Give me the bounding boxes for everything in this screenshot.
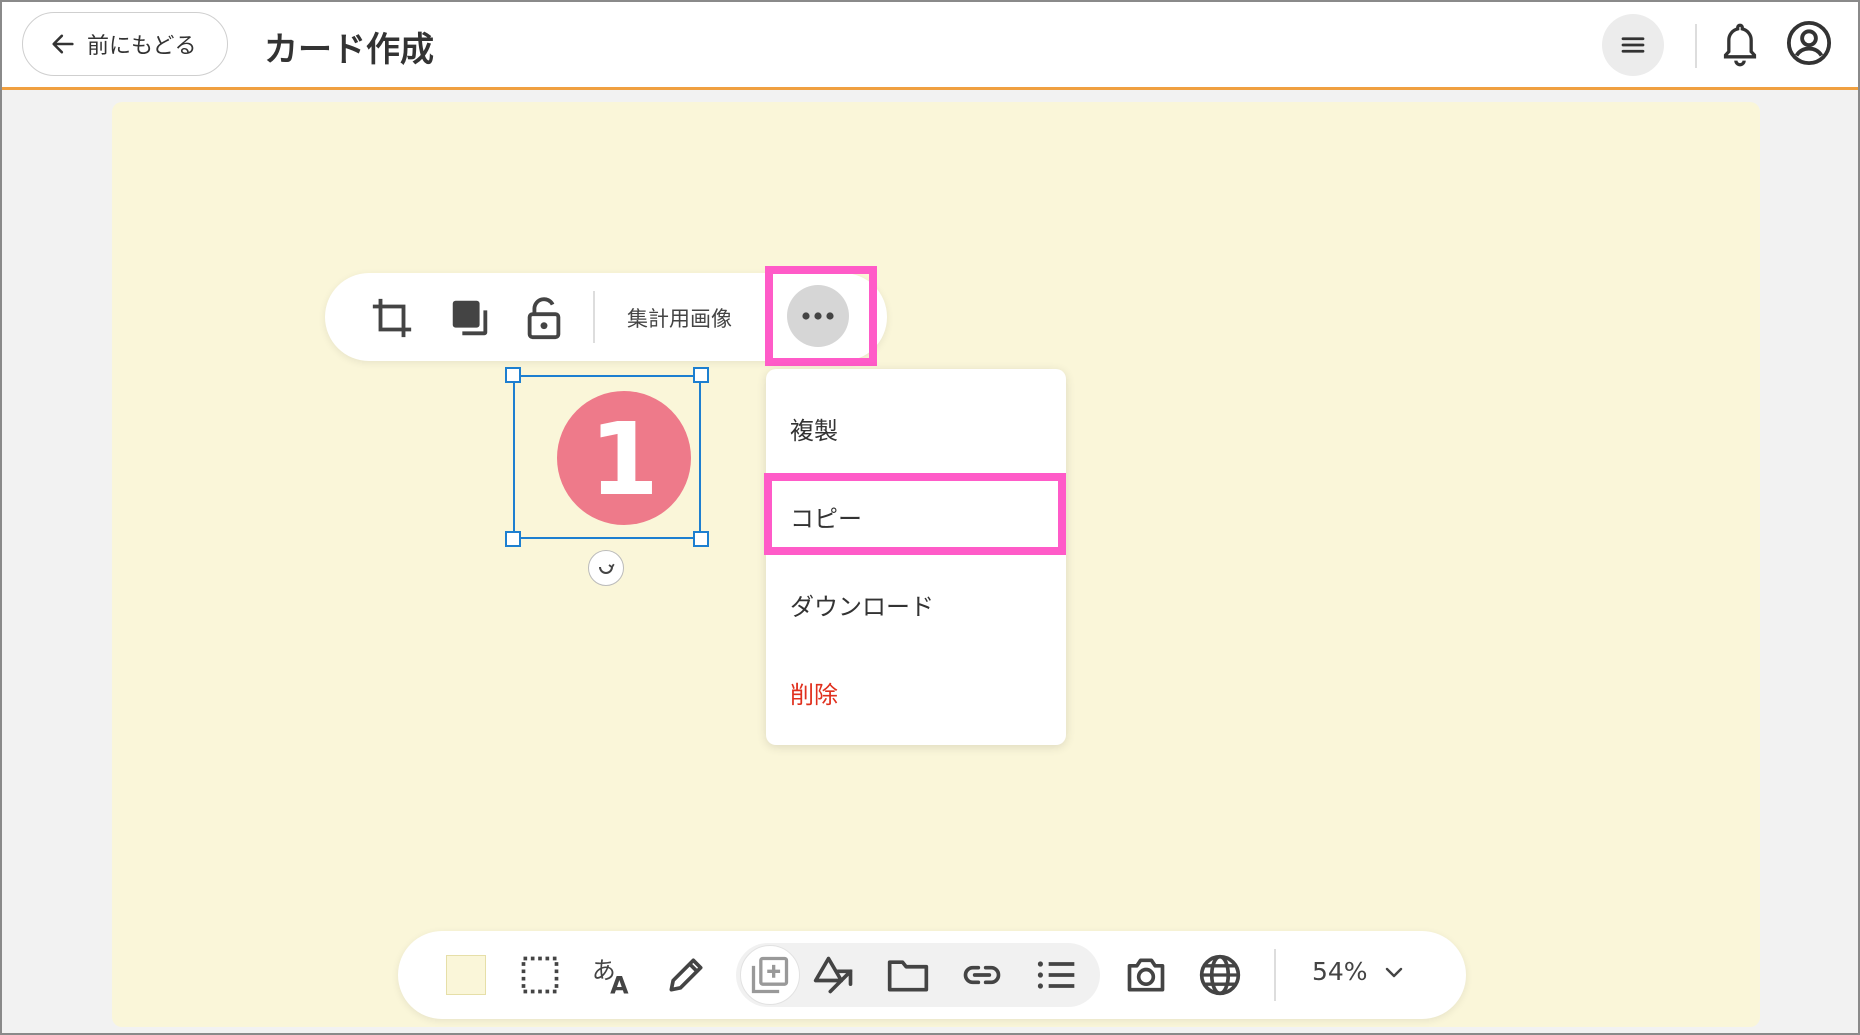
bell-icon[interactable] xyxy=(1720,22,1760,68)
image-name-label: 集計用画像 xyxy=(627,307,732,331)
more-icon xyxy=(802,312,834,320)
add-card-icon xyxy=(751,956,789,994)
resize-handle[interactable] xyxy=(505,531,521,547)
rotate-handle[interactable] xyxy=(588,550,624,586)
context-menu: 複製 コピー ダウンロード 削除 xyxy=(766,369,1066,745)
back-button[interactable]: 前にもどる xyxy=(22,12,228,76)
number-badge-image[interactable]: 1 xyxy=(556,390,692,526)
list-icon[interactable] xyxy=(1034,953,1078,997)
account-icon[interactable] xyxy=(1786,20,1832,66)
chevron-down-icon xyxy=(1385,967,1402,977)
text-icon[interactable]: あ A xyxy=(590,953,634,997)
bottom-toolbar: あ A 54% xyxy=(398,931,1466,1019)
zoom-selector[interactable]: 54% xyxy=(1312,957,1406,986)
rotate-icon xyxy=(599,563,615,574)
arrow-left-icon xyxy=(52,34,74,54)
menu-item-copy[interactable]: コピー xyxy=(790,499,862,534)
header: 前にもどる カード作成 xyxy=(2,2,1858,90)
svg-text:A: A xyxy=(610,971,629,997)
badge-number: 1 xyxy=(589,401,659,518)
crop-icon[interactable] xyxy=(369,295,415,341)
link-icon[interactable] xyxy=(960,953,1004,997)
layer-order-icon[interactable] xyxy=(447,295,493,341)
more-button[interactable] xyxy=(787,285,849,347)
menu-item-delete[interactable]: 削除 xyxy=(790,675,838,710)
menu-button[interactable] xyxy=(1602,14,1664,76)
pen-icon[interactable] xyxy=(664,953,708,997)
app-window: 前にもどる カード作成 集計用画像 1 複製 コピー ダウンロード 削除 あ A… xyxy=(0,0,1860,1035)
hamburger-icon xyxy=(1621,37,1645,53)
menu-item-duplicate[interactable]: 複製 xyxy=(790,411,838,446)
camera-icon[interactable] xyxy=(1124,953,1168,997)
page-title: カード作成 xyxy=(264,30,434,70)
resize-handle[interactable] xyxy=(505,367,521,383)
folder-icon[interactable] xyxy=(886,953,930,997)
header-divider xyxy=(1695,24,1697,68)
zoom-value: 54% xyxy=(1312,957,1368,986)
back-button-label: 前にもどる xyxy=(87,34,197,59)
globe-icon[interactable] xyxy=(1198,953,1242,997)
unlock-icon[interactable] xyxy=(521,295,567,341)
shape-icon[interactable] xyxy=(812,953,856,997)
selection-icon[interactable] xyxy=(518,953,562,997)
toolbar-divider xyxy=(593,291,595,343)
resize-handle[interactable] xyxy=(693,367,709,383)
background-color-swatch[interactable] xyxy=(446,955,486,995)
resize-handle[interactable] xyxy=(693,531,709,547)
toolbar-divider xyxy=(1274,949,1276,1001)
menu-item-download[interactable]: ダウンロード xyxy=(790,587,934,622)
